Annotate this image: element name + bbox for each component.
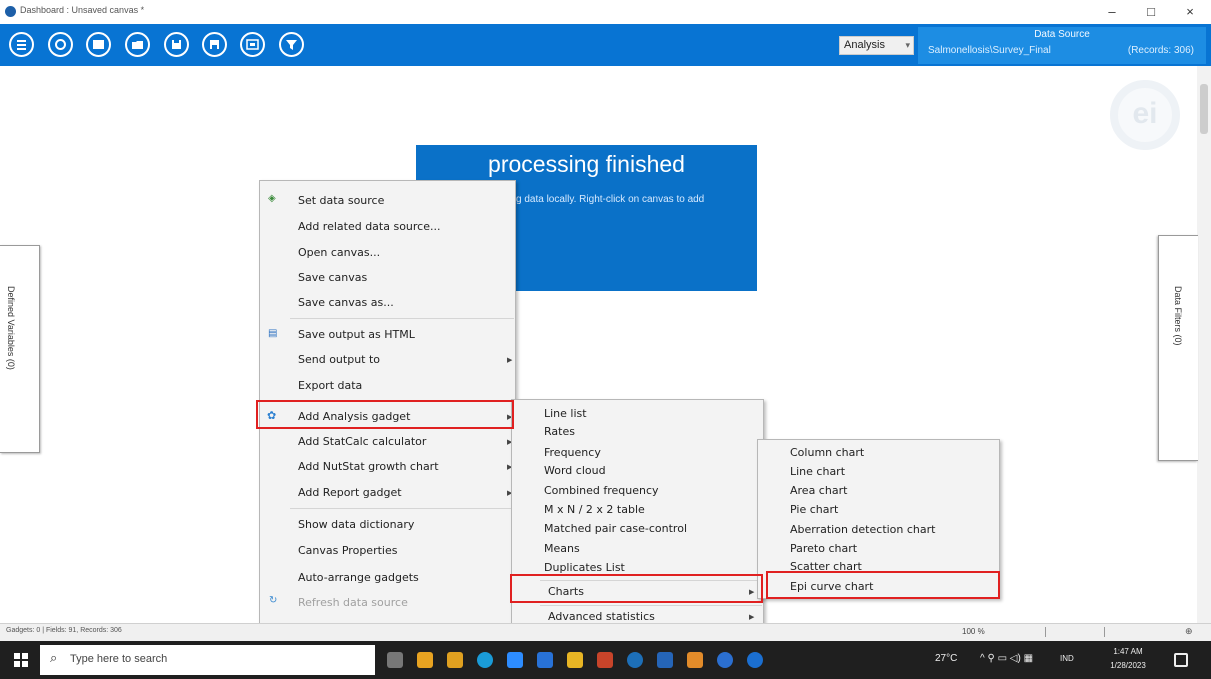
data-source-records: (Records: 306) xyxy=(1127,45,1194,56)
app-icon xyxy=(5,6,16,17)
highlight-charts xyxy=(510,574,763,603)
refresh-icon[interactable] xyxy=(48,32,73,57)
menu-item-line-chart[interactable]: Line chart xyxy=(790,461,845,482)
search-placeholder: Type here to search xyxy=(70,653,168,665)
language-indicator[interactable]: IND xyxy=(1060,654,1074,663)
app-icon[interactable] xyxy=(687,652,703,668)
menu-separator xyxy=(290,318,514,319)
toolbar: Analysis ▾ Data Source Salmonellosis\Sur… xyxy=(0,24,1211,66)
app-icon[interactable] xyxy=(417,652,433,668)
task-view-icon[interactable] xyxy=(387,652,403,668)
data-filters-tab[interactable]: Data Filters (0) xyxy=(1158,235,1198,461)
processing-title: processing finished xyxy=(488,151,685,177)
zoom-app-icon[interactable] xyxy=(507,652,523,668)
defined-variables-label: Defined Variables (0) xyxy=(6,286,16,370)
clock-time[interactable]: 1:47 AM xyxy=(1108,647,1148,656)
highlight-add-analysis-gadget xyxy=(256,400,514,429)
app-icon[interactable] xyxy=(717,652,733,668)
epi-info-taskbar-icon[interactable] xyxy=(747,652,763,668)
window-title: Dashboard : Unsaved canvas * xyxy=(20,5,145,15)
status-text: Gadgets: 0 | Fields: 91, Records: 306 xyxy=(6,627,122,634)
menu-item-pie-chart[interactable]: Pie chart xyxy=(790,499,838,520)
analysis-mode-select[interactable]: Analysis ▾ xyxy=(839,36,914,55)
notification-icon[interactable] xyxy=(1174,653,1188,667)
menu-item-means[interactable]: Means xyxy=(544,538,580,559)
menu-item-mxn-table[interactable]: M x N / 2 x 2 table xyxy=(544,499,645,520)
search-icon: ⌕ xyxy=(50,650,58,665)
weather-temperature[interactable]: 27°C xyxy=(935,653,957,664)
data-source-label: Data Source xyxy=(1034,29,1090,40)
zoom-slider[interactable] xyxy=(1045,627,1105,637)
menu-item-add-nutstat[interactable]: Add NutStat growth chart xyxy=(298,456,439,477)
list-icon[interactable] xyxy=(9,32,34,57)
clock-date[interactable]: 1/28/2023 xyxy=(1108,661,1148,670)
menu-item-area-chart[interactable]: Area chart xyxy=(790,480,847,501)
save-as-icon[interactable] xyxy=(202,32,227,57)
defined-variables-tab[interactable]: Defined Variables (0) xyxy=(0,245,40,453)
app-icon[interactable] xyxy=(627,652,643,668)
menu-item-auto-arrange[interactable]: Auto-arrange gadgets xyxy=(298,567,419,588)
menu-item-open-canvas[interactable]: Open canvas... xyxy=(298,242,380,263)
processing-message: g data locally. Right-click on canvas to… xyxy=(516,194,705,205)
menu-item-export-data[interactable]: Export data xyxy=(298,375,362,396)
menu-item-combined-frequency[interactable]: Combined frequency xyxy=(544,480,659,501)
menu-item-save-canvas[interactable]: Save canvas xyxy=(298,267,367,288)
menu-item-matched-pair[interactable]: Matched pair case-control xyxy=(544,518,687,539)
menu-separator xyxy=(290,508,514,509)
status-bar: Gadgets: 0 | Fields: 91, Records: 306 10… xyxy=(0,623,1211,641)
taskbar-search[interactable]: ⌕ Type here to search xyxy=(40,645,375,675)
export-html-icon[interactable] xyxy=(240,32,265,57)
refresh-icon: ↻ xyxy=(269,595,278,606)
save-icon[interactable] xyxy=(164,32,189,57)
menu-item-add-statcalc[interactable]: Add StatCalc calculator xyxy=(298,431,426,452)
submenu-arrow-icon: ▶ xyxy=(749,613,755,621)
title-bar: Dashboard : Unsaved canvas * – □ × xyxy=(0,0,1211,24)
zoom-in-icon[interactable]: ⊕ xyxy=(1185,626,1193,637)
analysis-select-value: Analysis xyxy=(844,39,885,51)
menu-item-rates[interactable]: Rates xyxy=(544,421,575,442)
minimize-button[interactable]: – xyxy=(1098,2,1126,22)
start-button[interactable] xyxy=(14,653,28,667)
open-folder-icon[interactable] xyxy=(125,32,150,57)
data-source-panel[interactable]: Data Source Salmonellosis\Survey_Final (… xyxy=(918,27,1206,64)
menu-item-save-output-html[interactable]: Save output as HTML xyxy=(298,324,415,345)
menu-item-aberration-detection-chart[interactable]: Aberration detection chart xyxy=(790,519,935,540)
epi-info-logo: ei xyxy=(1110,80,1180,150)
html-icon: ▤ xyxy=(268,328,278,339)
menu-item-refresh-data-source: Refresh data source xyxy=(298,596,408,609)
file-explorer-icon[interactable] xyxy=(567,652,583,668)
scrollbar-thumb[interactable] xyxy=(1200,84,1208,134)
menu-item-set-data-source[interactable]: Set data source xyxy=(298,190,384,211)
filter-icon[interactable] xyxy=(279,32,304,57)
menu-item-show-data-dictionary[interactable]: Show data dictionary xyxy=(298,514,414,535)
menu-item-save-canvas-as[interactable]: Save canvas as... xyxy=(298,292,394,313)
data-source-name: Salmonellosis\Survey_Final xyxy=(928,45,1051,56)
tray-icons[interactable]: ^ ⚲ ▭ ◁) ▦ xyxy=(980,653,1033,664)
data-filters-label: Data Filters (0) xyxy=(1173,286,1183,346)
data-source-icon: ◈ xyxy=(268,193,276,204)
menu-item-add-related-data-source[interactable]: Add related data source... xyxy=(298,216,441,237)
chevron-down-icon: ▾ xyxy=(905,40,910,50)
mail-icon[interactable] xyxy=(537,652,553,668)
menu-item-canvas-properties[interactable]: Canvas Properties xyxy=(298,540,397,561)
menu-item-word-cloud[interactable]: Word cloud xyxy=(544,460,606,481)
records-icon[interactable] xyxy=(86,32,111,57)
close-button[interactable]: × xyxy=(1176,2,1204,22)
app-icon[interactable] xyxy=(597,652,613,668)
menu-item-add-report-gadget[interactable]: Add Report gadget xyxy=(298,482,402,503)
app-icon[interactable] xyxy=(657,652,673,668)
maximize-button[interactable]: □ xyxy=(1137,2,1165,22)
highlight-epi-curve-chart xyxy=(766,571,1000,599)
submenu-arrow-icon: ▶ xyxy=(507,356,513,364)
app-icon[interactable] xyxy=(447,652,463,668)
edge-icon[interactable] xyxy=(477,652,493,668)
windows-taskbar: ⌕ Type here to search 27°C ^ ⚲ ▭ ◁) ▦ IN… xyxy=(0,641,1211,679)
menu-item-column-chart[interactable]: Column chart xyxy=(790,442,864,463)
vertical-scrollbar[interactable] xyxy=(1197,66,1211,623)
zoom-level: 100 % xyxy=(962,627,985,636)
menu-item-send-output-to[interactable]: Send output to xyxy=(298,349,380,370)
